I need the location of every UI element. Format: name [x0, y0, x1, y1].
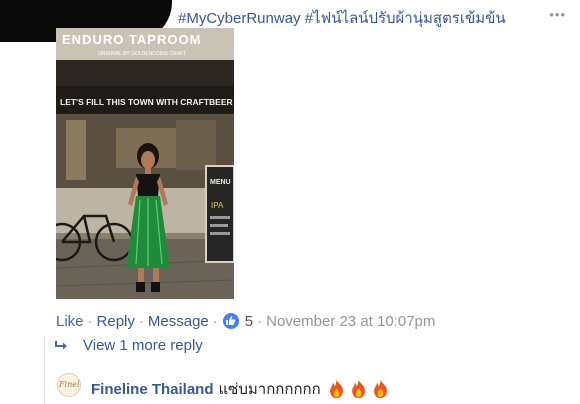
reply-comment: Fineline Thailand แซ่บมากกกกกก	[91, 377, 393, 401]
message-link[interactable]: Message	[148, 313, 209, 330]
comment-timestamp[interactable]: November 23 at 10:07pm	[266, 313, 435, 330]
post-hashtags[interactable]: #MyCyberRunway #ไฟน์ไลน์ปรับผ้านุ่มสูตรเ…	[178, 6, 506, 30]
reply-arrow-icon	[55, 341, 67, 350]
comment-text: แซ่บมากกกกกก	[218, 381, 321, 398]
reply-link[interactable]: Reply	[97, 313, 135, 330]
shop-sign-text: ENDURO TAPROOM	[62, 32, 201, 47]
reaction-count[interactable]: 5	[245, 313, 253, 330]
fire-icon	[351, 379, 365, 399]
reply-thread-line	[44, 336, 45, 404]
banner-text: LET'S FILL THIS TOWN WITH CRAFTBEER	[60, 97, 233, 107]
like-link[interactable]: Like	[56, 313, 84, 330]
avatar[interactable]: Fineline	[57, 373, 81, 397]
fire-icon	[329, 379, 343, 399]
separator: ·	[138, 312, 144, 330]
menu-board: MENU IPA	[205, 165, 234, 263]
shop-sign-subtitle: ORIGINAL BY GOLDENCOINS CRAFT	[98, 51, 186, 57]
post-photo[interactable]: ENDURO TAPROOM ORIGINAL BY GOLDENCOINS C…	[56, 28, 234, 299]
view-more-replies-link[interactable]: View 1 more reply	[83, 337, 203, 354]
avatar-logo-text: Fineline	[59, 380, 80, 389]
fire-icon	[373, 379, 387, 399]
menu-board-text: MENU	[210, 179, 231, 186]
like-reaction-icon[interactable]	[221, 312, 240, 330]
separator: ·	[257, 312, 263, 330]
menu-board-ipa: IPA	[211, 201, 224, 210]
comment-actions: Like · Reply · Message · 5 · November 23…	[56, 312, 435, 330]
separator: ·	[87, 312, 93, 330]
separator: ·	[212, 312, 218, 330]
comment-author[interactable]: Fineline Thailand	[91, 381, 214, 398]
ellipsis-icon[interactable]: •••	[549, 7, 566, 22]
